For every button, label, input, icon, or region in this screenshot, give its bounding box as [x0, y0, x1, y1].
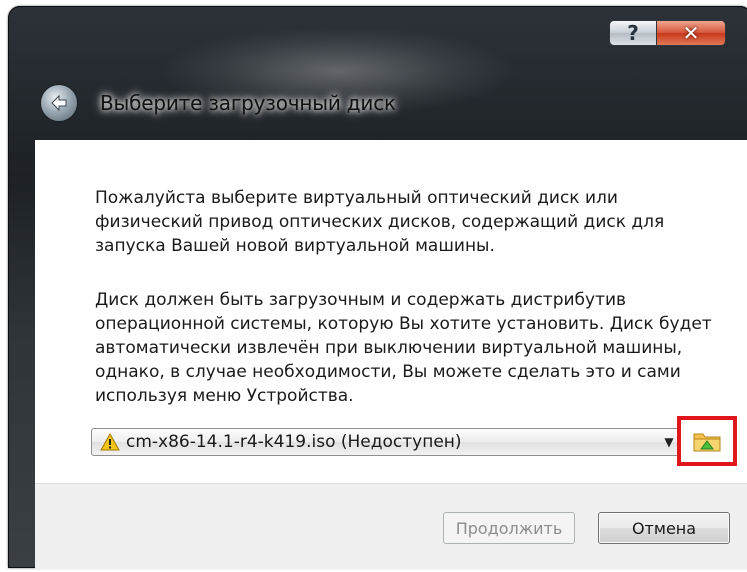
- browse-highlight: [677, 416, 737, 466]
- close-icon: ✕: [682, 21, 700, 45]
- disk-select-value: cm-x86-14.1-r4-k419.iso (Недоступен): [126, 432, 462, 452]
- help-icon: ?: [627, 21, 639, 45]
- cancel-button[interactable]: Отмена: [598, 512, 730, 544]
- continue-button[interactable]: Продолжить: [443, 512, 575, 544]
- description-paragraph-2: Диск должен быть загрузочным и содержать…: [95, 290, 712, 406]
- help-button[interactable]: ?: [609, 20, 657, 46]
- description-paragraph-1: Пожалуйста выберите виртуальный оптическ…: [95, 188, 665, 256]
- dialog-title: Выберите загрузочный диск: [100, 91, 396, 115]
- disk-select[interactable]: cm-x86-14.1-r4-k419.iso (Недоступен) ▼: [91, 428, 681, 456]
- dialog-window: ? ✕ Выберите загрузочный диск Пожалуйста…: [8, 6, 747, 569]
- close-button[interactable]: ✕: [656, 20, 726, 46]
- warning-icon: [100, 433, 120, 451]
- back-button[interactable]: [40, 84, 78, 122]
- folder-icon: [693, 433, 721, 452]
- back-arrow-icon: [51, 94, 67, 112]
- dialog-footer: Продолжить Отмена: [35, 483, 747, 569]
- content-panel: Пожалуйста выберите виртуальный оптическ…: [35, 140, 747, 569]
- browse-disk-button[interactable]: [691, 428, 723, 454]
